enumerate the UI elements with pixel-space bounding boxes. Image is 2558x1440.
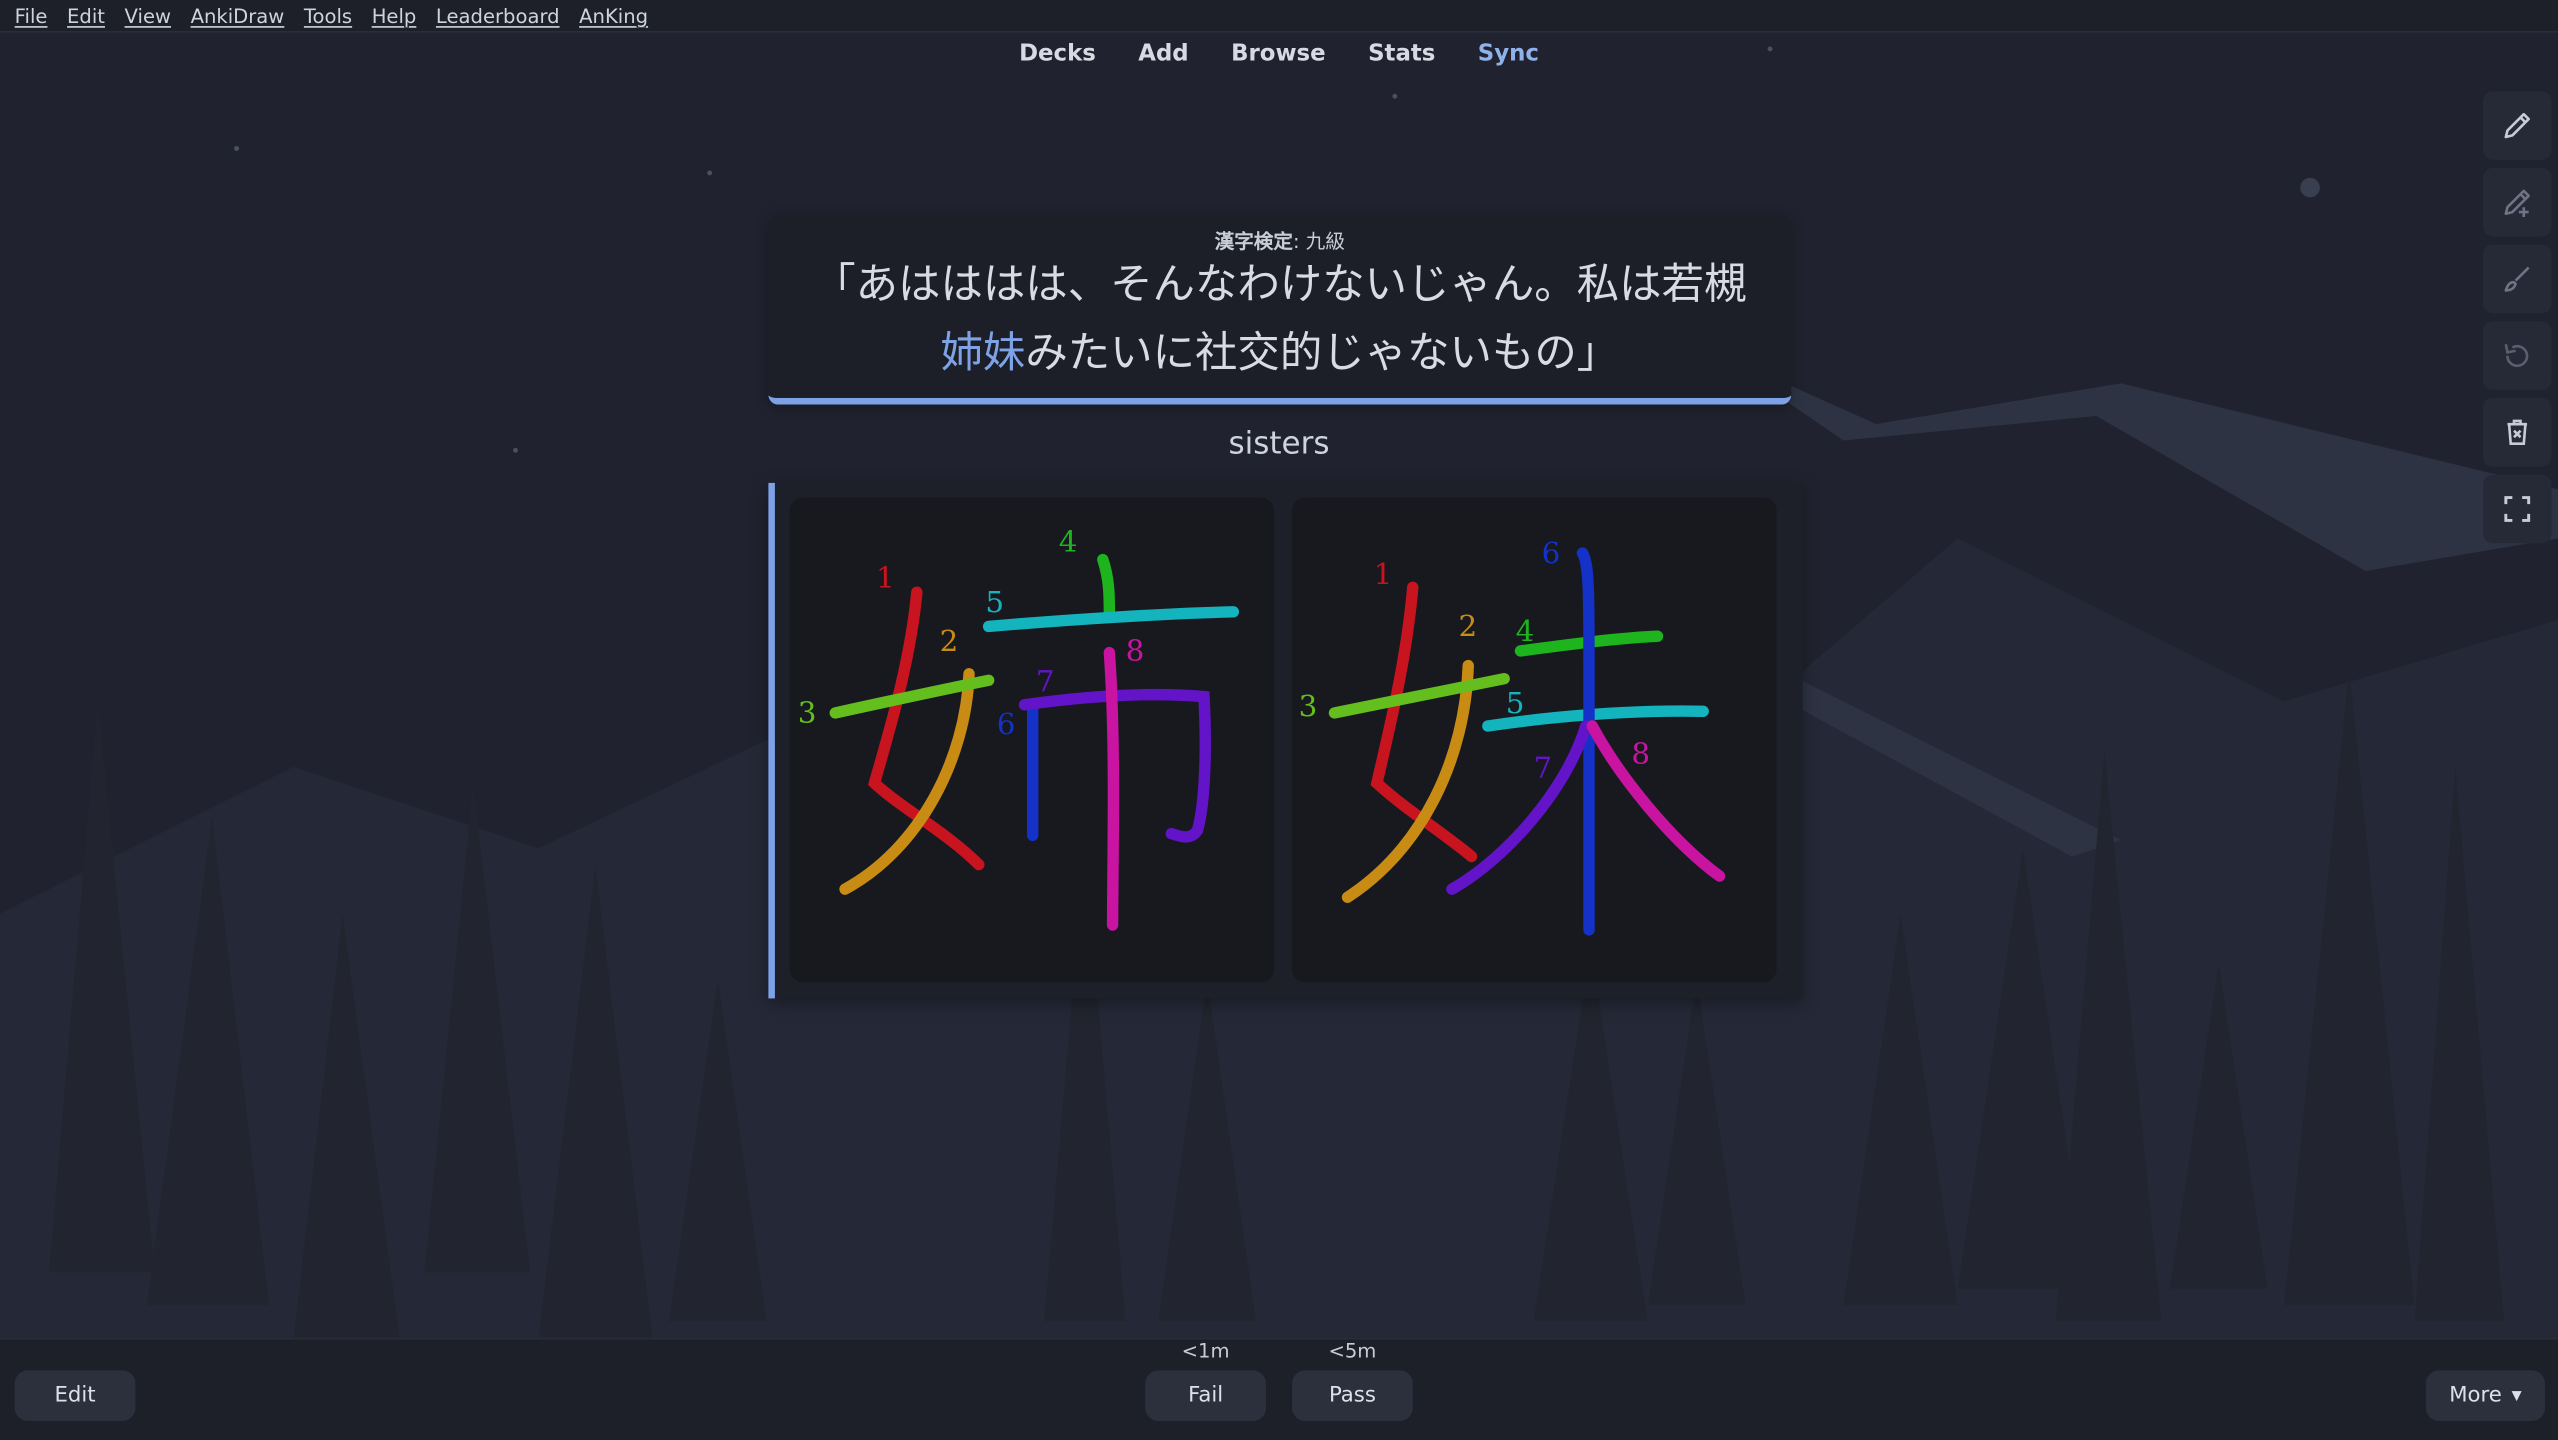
menu-ankidraw[interactable]: AnkiDraw — [191, 4, 285, 27]
stroke-label-1: 1 — [1374, 557, 1393, 591]
top-nav: Decks Add Browse Stats Sync — [0, 36, 2558, 72]
more-label: More — [2449, 1383, 2502, 1408]
caret-down-icon: ▼ — [2511, 1388, 2522, 1404]
kanken-label: 漢字検定 — [1214, 230, 1293, 253]
menu-anking[interactable]: AnKing — [579, 4, 648, 27]
stroke-label-1: 1 — [876, 560, 895, 594]
menu-edit[interactable]: Edit — [67, 4, 105, 27]
stroke-label-2: 2 — [1458, 609, 1477, 643]
pass-button[interactable]: Pass — [1292, 1370, 1413, 1421]
undo-icon — [2504, 343, 2529, 368]
sentence-line-2: みたいに社交的じゃないもの」 — [1025, 329, 1620, 379]
more-button[interactable]: More ▼ — [2425, 1370, 2545, 1421]
stroke-label-8: 8 — [1126, 634, 1145, 668]
anki-window: File Edit View AnkiDraw Tools Help Leade… — [0, 0, 2558, 1440]
stroke-8 — [1103, 646, 1120, 931]
stroke-label-7: 7 — [1534, 751, 1553, 785]
nav-sync[interactable]: Sync — [1478, 36, 1539, 72]
kanji-imouto-strokes: 1 2 3 4 5 6 7 8 — [1299, 536, 1726, 936]
kanken-separator: : — [1292, 230, 1306, 253]
fullscreen-button[interactable] — [2482, 474, 2552, 544]
pass-interval: <5m — [1328, 1339, 1377, 1363]
stroke-label-4: 4 — [1059, 524, 1078, 558]
menu-bar: File Edit View AnkiDraw Tools Help Leade… — [0, 0, 2558, 33]
stroke-label-4: 4 — [1516, 614, 1535, 648]
stroke-diagram-imouto: 1 2 3 4 5 6 7 8 — [1292, 497, 1777, 983]
brush-icon — [2504, 266, 2530, 292]
meaning: sisters — [1228, 425, 1330, 462]
fail-button[interactable]: Fail — [1145, 1370, 1266, 1421]
nav-add[interactable]: Add — [1138, 36, 1188, 72]
pencil-plus-button[interactable] — [2482, 168, 2552, 237]
stroke-label-2: 2 — [940, 624, 959, 658]
stroke-label-3: 3 — [798, 696, 817, 730]
pencil-plus-icon — [2504, 189, 2530, 217]
menu-help[interactable]: Help — [372, 4, 417, 27]
stroke-5 — [982, 606, 1240, 633]
sentence-card: 漢字検定: 九級 「あはははは、そんなわけないじゃん。私は若槻 姉妹みたいに社交… — [768, 215, 1792, 405]
stage: File Edit View AnkiDraw Tools Help Leade… — [0, 0, 2558, 1440]
stroke-label-6: 6 — [1542, 536, 1561, 570]
example-sentence: 「あはははは、そんなわけないじゃん。私は若槻 姉妹みたいに社交的じゃないもの」 — [768, 251, 1791, 388]
answer-bar: Edit <1m Fail <5m Pass More ▼ — [0, 1337, 2558, 1440]
menu-leaderboard[interactable]: Leaderboard — [436, 4, 560, 27]
stroke-label-5: 5 — [985, 585, 1004, 619]
kanji-ane-strokes: 1 2 3 4 5 6 7 8 — [798, 524, 1240, 931]
fullscreen-icon — [2504, 496, 2531, 522]
menu-file[interactable]: File — [15, 4, 48, 27]
stroke-order-card: 1 2 3 4 5 6 7 8 1 2 3 4 5 6 7 8 — [768, 482, 1803, 999]
stroke-label-6: 6 — [997, 707, 1016, 741]
stroke-label-7: 7 — [1036, 665, 1055, 699]
stroke-4 — [1097, 553, 1116, 621]
stroke-label-5: 5 — [1506, 686, 1525, 720]
pencil-icon — [2504, 112, 2530, 139]
kanken-value: 九級 — [1305, 230, 1345, 253]
stroke-8 — [1586, 720, 1726, 882]
menu-tools[interactable]: Tools — [304, 4, 352, 27]
sentence-line-1: 「あはははは、そんなわけないじゃん。私は若槻 — [813, 261, 1747, 310]
nav-decks[interactable]: Decks — [1019, 36, 1096, 72]
pencil-button[interactable] — [2482, 91, 2552, 160]
stroke-label-8: 8 — [1631, 736, 1650, 770]
nav-stats[interactable]: Stats — [1368, 36, 1435, 72]
fail-interval: <1m — [1181, 1339, 1230, 1363]
drawing-toolbar — [2482, 91, 2555, 551]
target-word: 姉妹 — [940, 329, 1026, 379]
nav-browse[interactable]: Browse — [1231, 36, 1326, 72]
stroke-7 — [1446, 720, 1592, 895]
menu-view[interactable]: View — [125, 4, 171, 27]
undo-button[interactable] — [2482, 321, 2552, 390]
stroke-diagram-ane: 1 2 3 4 5 6 7 8 — [789, 497, 1275, 983]
stroke-3 — [1328, 672, 1510, 719]
brush-button[interactable] — [2482, 244, 2552, 314]
edit-button[interactable]: Edit — [14, 1370, 136, 1421]
stroke-label-3: 3 — [1299, 689, 1318, 723]
